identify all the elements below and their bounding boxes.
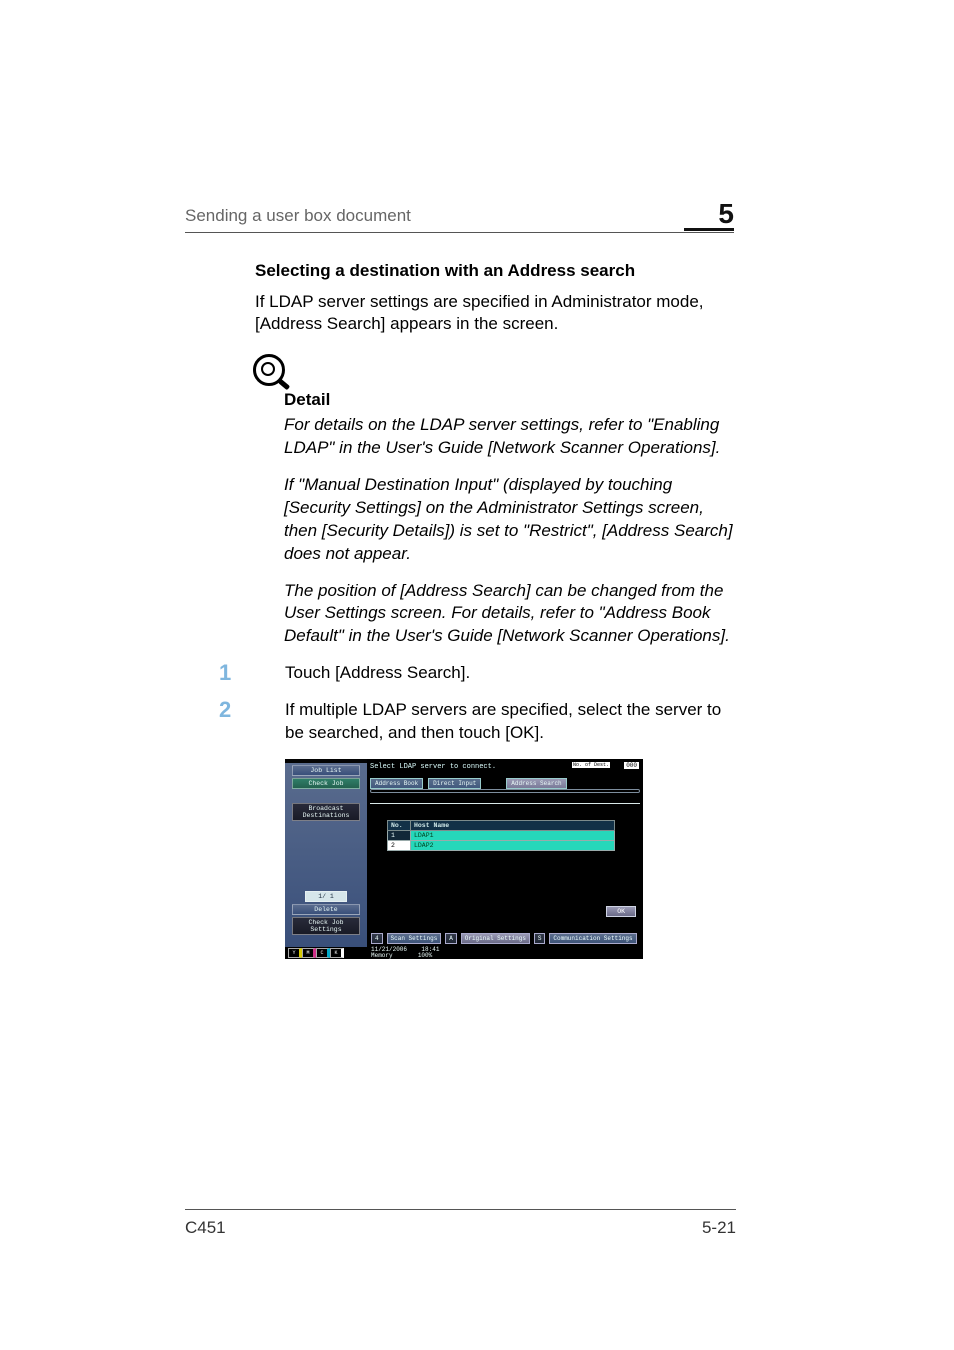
toner-m-icon: M [302, 948, 316, 958]
row1-no: 1 [388, 831, 411, 841]
ldap-server-table: No. Host Name 1 LDAP1 2 LDAP2 [387, 820, 615, 851]
detail-paragraph-1: For details on the LDAP server settings,… [284, 414, 736, 460]
toner-c-icon: C [316, 948, 330, 958]
figure-separator [370, 797, 640, 804]
status-memory-label: Memory [371, 952, 393, 959]
scan-settings-tab[interactable]: Scan Settings [387, 933, 442, 944]
dest-count-value: 000 [624, 762, 639, 769]
chapter-number: 5 [684, 198, 734, 231]
page-indicator: 1/ 1 [305, 891, 347, 902]
running-head-text: Sending a user box document [185, 206, 734, 233]
status-memory-value: 100% [418, 952, 432, 959]
tab-direct-input[interactable]: Direct Input [428, 778, 481, 789]
chapter-number-value: 5 [718, 198, 734, 229]
dest-count-label: No. of Dest. [572, 762, 610, 768]
four-label: 4 [371, 933, 383, 944]
figure-left-panel: Job List Check Job Broadcast Destination… [285, 763, 367, 947]
footer-page-number: 5-21 [702, 1218, 736, 1238]
row2-no: 2 [388, 841, 411, 851]
broadcast-destinations-button[interactable]: Broadcast Destinations [292, 803, 360, 821]
toner-k-icon: K [330, 948, 344, 958]
table-row[interactable]: 1 LDAP1 [388, 831, 615, 841]
step-text-1: Touch [Address Search]. [285, 662, 736, 685]
detail-paragraph-3: The position of [Address Search] can be … [284, 580, 736, 649]
ok-button[interactable]: OK [606, 906, 636, 917]
communication-settings-tab[interactable]: Communication Settings [549, 933, 636, 944]
col-no-header: No. [388, 821, 411, 831]
row1-host: LDAP1 [411, 831, 615, 841]
detail-paragraph-2: If "Manual Destination Input" (displayed… [284, 474, 736, 566]
row2-host: LDAP2 [411, 841, 615, 851]
job-list-button[interactable]: Job List [292, 765, 360, 776]
delete-button[interactable]: Delete [292, 904, 360, 915]
ldap-screen-figure: Job List Check Job Broadcast Destination… [285, 759, 643, 959]
original-settings-tab[interactable]: Original Settings [461, 933, 530, 944]
a-label: A [445, 933, 457, 944]
section-title: Selecting a destination with an Address … [255, 261, 736, 281]
table-row[interactable]: 2 LDAP2 [388, 841, 615, 851]
col-host-header: Host Name [411, 821, 615, 831]
step-number-1: 1 [219, 660, 231, 686]
figure-bottom-tabs: 4 Scan Settings A Original Settings S Co… [371, 933, 640, 944]
toner-y-icon: Y [288, 948, 302, 958]
page-footer: C451 5-21 [185, 1209, 736, 1238]
step-number-2: 2 [219, 697, 231, 723]
tab-address-search[interactable]: Address Search [506, 778, 566, 789]
figure-main-panel: Select LDAP server to connect. No. of De… [367, 759, 643, 947]
section-intro: If LDAP server settings are specified in… [255, 291, 736, 336]
detail-heading: Detail [284, 390, 736, 410]
tab-address-book[interactable]: Address Book [370, 778, 423, 789]
step-text-2: If multiple LDAP servers are specified, … [285, 699, 736, 745]
detail-magnifier-icon [253, 354, 736, 386]
check-job-settings-button[interactable]: Check Job Settings [292, 917, 360, 935]
footer-model: C451 [185, 1218, 226, 1237]
s-label: S [534, 933, 546, 944]
check-job-button[interactable]: Check Job [292, 778, 360, 789]
figure-status-bar: YMCK 11/21/2006 18:41 Memory 100% [285, 947, 643, 959]
